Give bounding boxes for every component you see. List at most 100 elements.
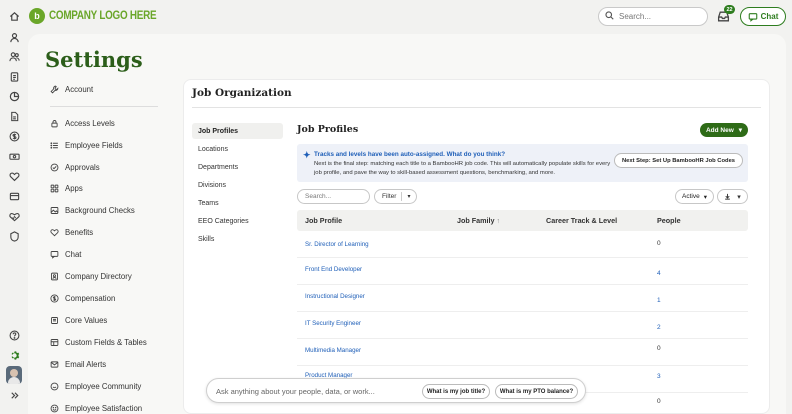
settings-nav-apps[interactable]: Apps [50,181,83,195]
add-new-button[interactable]: Add New ▾ [700,123,748,137]
dollar-icon[interactable] [8,130,20,142]
subnav-locations[interactable]: Locations [192,141,283,157]
job-profile-link[interactable]: Multimedia Manager [305,347,361,354]
main-panel: Settings Account Access Levels Employee … [28,34,786,414]
settings-nav-employee-fields[interactable]: Employee Fields [50,138,123,152]
people-count: 0 [657,240,661,247]
smile-icon [50,404,59,412]
settings-nav-label: Core Values [65,315,108,325]
people-count-link[interactable]: 2 [657,324,661,331]
settings-nav-label: Approvals [65,162,100,172]
job-profile-link[interactable]: Instructional Designer [305,293,365,300]
sort-arrow-icon: ↑ [496,218,501,225]
people-icon[interactable] [8,50,20,62]
col-career-track[interactable]: Career Track & Level [546,216,617,225]
settings-nav-core-values[interactable]: Core Values [50,313,107,327]
compensation-icon [50,293,59,303]
caret-down-icon: ▾ [738,127,743,134]
search-icon [605,11,614,22]
settings-nav-access-levels[interactable]: Access Levels [50,116,115,130]
subnav-skills[interactable]: Skills [192,231,283,247]
wrench-icon [50,85,59,94]
settings-nav-company-directory[interactable]: Company Directory [50,269,132,283]
core-values-icon [51,316,58,324]
people-count-link[interactable]: 4 [657,270,661,277]
clipboard-icon[interactable] [8,70,20,82]
global-search-input[interactable] [619,12,699,21]
global-search[interactable] [598,7,708,26]
ask-assistant-bar[interactable]: Ask anything about your people, data, or… [206,378,586,403]
job-organization-card: Job Organization Job Profiles Locations … [183,79,770,414]
settings-nav-custom-fields[interactable]: Custom Fields & Tables [50,335,147,349]
notifications-button[interactable]: 22 [717,5,735,24]
chat-button[interactable]: Chat [740,7,786,26]
settings-nav-background-checks[interactable]: Background Checks [50,203,135,217]
settings-nav-label: Apps [65,183,83,193]
logo-text: COMPANY LOGO HERE [49,10,157,22]
job-profile-link[interactable]: Front End Developer [305,266,362,273]
export-button[interactable]: ▾ [717,189,748,204]
document-icon[interactable] [8,110,20,122]
table-search-input[interactable] [305,193,365,200]
table-search[interactable] [297,189,370,204]
settings-nav-label: Account [65,84,94,94]
settings-nav-label: Employee Fields [65,140,123,150]
info-title: Tracks and levels have been auto-assigne… [314,151,506,158]
help-icon[interactable] [8,329,20,341]
col-job-family-label: Job Family [457,216,495,225]
col-job-family[interactable]: Job Family ↑ [457,216,500,225]
next-step-button[interactable]: Next Step: Set Up BambooHR Job Codes [614,153,743,168]
job-profile-link[interactable]: IT Security Engineer [305,320,361,327]
filter-button[interactable]: Filter ▾ [374,189,417,204]
people-count-link[interactable]: 1 [657,297,661,304]
company-logo[interactable]: b COMPANY LOGO HERE [29,8,174,24]
settings-nav-label: Background Checks [65,205,135,215]
caret-down-icon: ▾ [703,193,707,201]
subnav-eeo-categories[interactable]: EEO Categories [192,213,283,229]
subnav-teams[interactable]: Teams [192,195,283,211]
money-icon[interactable] [8,150,20,162]
apps-icon [50,184,59,192]
suggestion-chip-pto-balance[interactable]: What is my PTO balance? [495,384,578,399]
card-title: Job Organization [192,87,292,99]
settings-nav-compensation[interactable]: Compensation [50,291,115,305]
expand-icon[interactable] [8,389,20,401]
job-profile-link[interactable]: Sr. Director of Learning [305,241,369,248]
table-header: Job Profile Job Family ↑ Career Track & … [297,210,748,231]
suggestion-chip-job-title[interactable]: What is my job title? [422,384,490,399]
avatar[interactable] [6,366,22,384]
col-people[interactable]: People [657,216,681,225]
settings-nav-label: Compensation [65,293,116,303]
settings-nav-account[interactable]: Account [50,82,93,96]
settings-nav-label: Employee Community [65,381,142,391]
card-divider [192,107,761,108]
subnav-divisions[interactable]: Divisions [192,177,283,193]
heart-icon[interactable] [8,170,20,182]
settings-nav-chat[interactable]: Chat [50,247,81,261]
settings-nav-approvals[interactable]: Approvals [50,160,100,174]
filter-separator [401,192,403,201]
col-job-profile[interactable]: Job Profile [305,216,342,225]
settings-nav-benefits[interactable]: Benefits [50,225,93,239]
card-icon[interactable] [8,190,20,202]
badge-icon[interactable] [8,230,20,242]
people-count: 0 [657,398,661,405]
settings-nav-employee-community[interactable]: Employee Community [50,379,141,393]
chat-label: Chat [760,12,779,21]
handshake-icon[interactable] [8,210,20,222]
people-count-link[interactable]: 3 [657,373,661,380]
status-select[interactable]: Active ▾ [675,189,714,204]
pie-chart-icon[interactable] [8,90,20,102]
subnav-job-profiles[interactable]: Job Profiles [192,123,283,139]
image-icon [50,206,59,214]
settings-nav-label: Email Alerts [65,359,107,369]
gear-icon[interactable] [8,349,20,361]
settings-nav-label: Benefits [65,227,94,237]
subnav-departments[interactable]: Departments [192,159,283,175]
section-title: Job Profiles [297,124,359,135]
table-row: Instructional Designer 1 [297,285,748,312]
settings-nav-email-alerts[interactable]: Email Alerts [50,357,106,371]
caret-down-icon: ▾ [737,193,741,201]
ask-input-placeholder[interactable]: Ask anything about your people, data, or… [216,387,375,396]
settings-nav-employee-satisfaction[interactable]: Employee Satisfaction [50,401,142,414]
